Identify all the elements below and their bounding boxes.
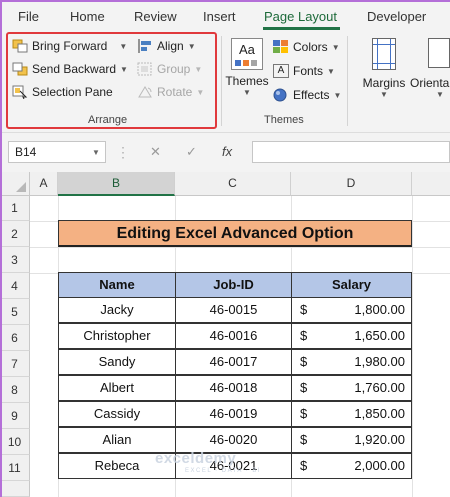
- window-frame: [0, 0, 450, 497]
